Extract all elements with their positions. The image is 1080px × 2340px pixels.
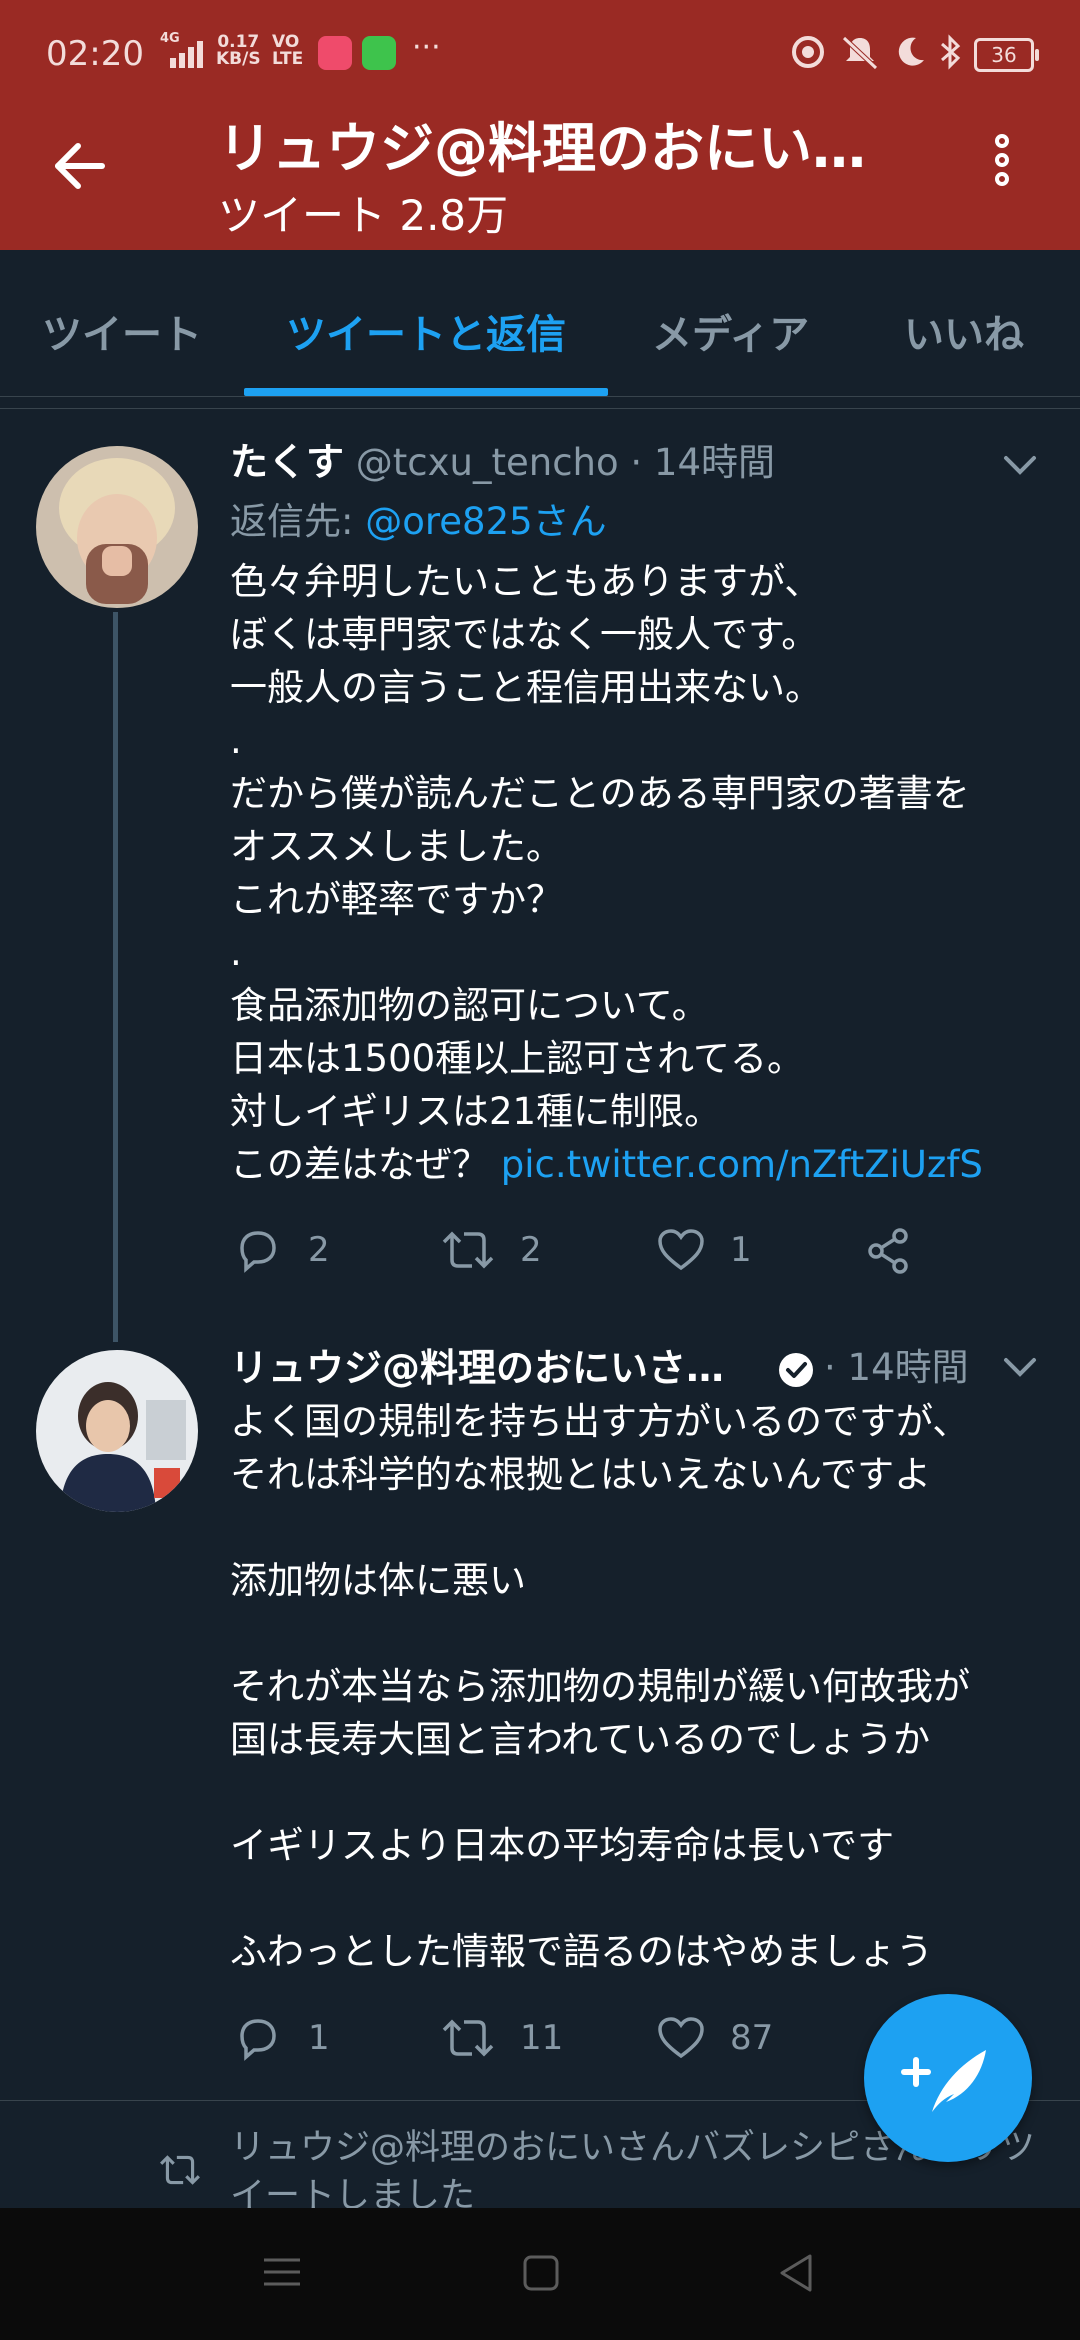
avatar-image <box>36 446 198 608</box>
network-indicator: 4G <box>160 30 203 68</box>
avatar-ryuji[interactable] <box>36 1350 198 1512</box>
volte-indicator: VO LTE <box>272 32 304 69</box>
menu-icon[interactable] <box>262 2254 302 2290</box>
retweet-button[interactable]: 2 <box>440 1226 550 1276</box>
tab-tweets-and-replies[interactable]: ツイートと返信 <box>286 302 566 360</box>
overflow-menu-icon[interactable] <box>982 132 1022 212</box>
reply-button[interactable]: 1 <box>234 2014 344 2064</box>
app-header-area: 02:20 4G 0.17 KB/S VO LTE ··· 36 リュウジ@料理… <box>0 0 1080 250</box>
battery-indicator: 36 <box>974 38 1039 72</box>
profile-title: リュウジ@料理のおにい… <box>218 117 866 180</box>
pic-link[interactable]: pic.twitter.com/nZftZiUzfS <box>501 1143 983 1186</box>
reply-count: 1 <box>308 2018 330 2058</box>
retweet-icon <box>442 1231 494 1269</box>
display-name[interactable]: たくす <box>230 440 344 484</box>
notification-app-icon <box>318 36 352 70</box>
timestamp: · 14時間 <box>630 441 776 484</box>
retweet-count: 2 <box>520 1230 542 1270</box>
reply-icon <box>240 1231 276 1273</box>
avatar-image <box>36 1350 198 1512</box>
retweet-button[interactable]: 11 <box>440 2014 570 2064</box>
like-button[interactable]: 1 <box>656 1226 766 1276</box>
display-name[interactable]: リュウジ@料理のおにいさ… <box>230 1346 724 1390</box>
retweet-count: 11 <box>520 2018 564 2058</box>
heart-icon <box>658 2017 704 2059</box>
handle[interactable]: @tcxu_tencho <box>356 441 619 484</box>
tab-media[interactable]: メディア <box>652 302 809 360</box>
tweet-2-header: リュウジ@料理のおにいさ… <box>230 1342 724 1395</box>
retweet-icon <box>160 2155 200 2185</box>
verified-badge-icon <box>779 1353 813 1387</box>
compose-tweet-button[interactable] <box>864 1994 1032 2162</box>
avatar-tcxu[interactable] <box>36 446 198 608</box>
reply-icon <box>240 2019 276 2061</box>
chevron-down-icon[interactable] <box>1000 1346 1040 1386</box>
tab-tweets[interactable]: ツイート <box>42 302 202 360</box>
reply-to-link[interactable]: @ore825さん <box>365 500 606 543</box>
do-not-disturb-moon-icon <box>898 37 924 66</box>
network-speed: 0.17 KB/S <box>216 32 261 69</box>
profile-tabs: ツイート ツイートと返信 メディア いいね <box>0 250 1080 397</box>
thread-connector <box>113 612 118 1342</box>
share-icon[interactable] <box>864 1226 914 1276</box>
like-button[interactable]: 87 <box>656 2014 786 2064</box>
back-triangle-icon[interactable] <box>776 2252 816 2294</box>
active-tab-indicator <box>244 388 608 396</box>
status-time: 02:20 <box>46 34 144 74</box>
like-count: 1 <box>730 1230 752 1270</box>
retweet-icon <box>442 2019 494 2057</box>
record-icon <box>792 36 824 68</box>
signal-icon <box>170 41 203 68</box>
like-count: 87 <box>730 2018 774 2058</box>
home-icon[interactable] <box>522 2254 560 2292</box>
line-app-icon <box>362 36 396 70</box>
more-notifications-icon: ··· <box>412 30 441 65</box>
status-bar: 02:20 4G 0.17 KB/S VO LTE ··· 36 <box>0 0 1080 104</box>
compose-feather-icon <box>901 2050 986 2112</box>
back-arrow-icon[interactable] <box>50 136 110 196</box>
bluetooth-icon <box>941 34 961 70</box>
system-navigation-bar <box>0 2208 1080 2340</box>
reply-button[interactable]: 2 <box>234 1226 344 1276</box>
tweet-1-header: たくす @tcxu_tencho · 14時間 <box>230 436 775 489</box>
chevron-down-icon[interactable] <box>1000 444 1040 484</box>
heart-icon <box>658 1229 704 1271</box>
divider <box>0 408 1080 409</box>
reply-count: 2 <box>308 1230 330 1270</box>
timestamp: · 14時間 <box>824 1346 969 1389</box>
tab-likes[interactable]: いいね <box>904 302 1024 360</box>
tweet-count: ツイート 2.8万 <box>218 191 509 240</box>
mute-icon <box>842 36 878 70</box>
reply-to: 返信先: @ore825さん <box>230 500 607 543</box>
